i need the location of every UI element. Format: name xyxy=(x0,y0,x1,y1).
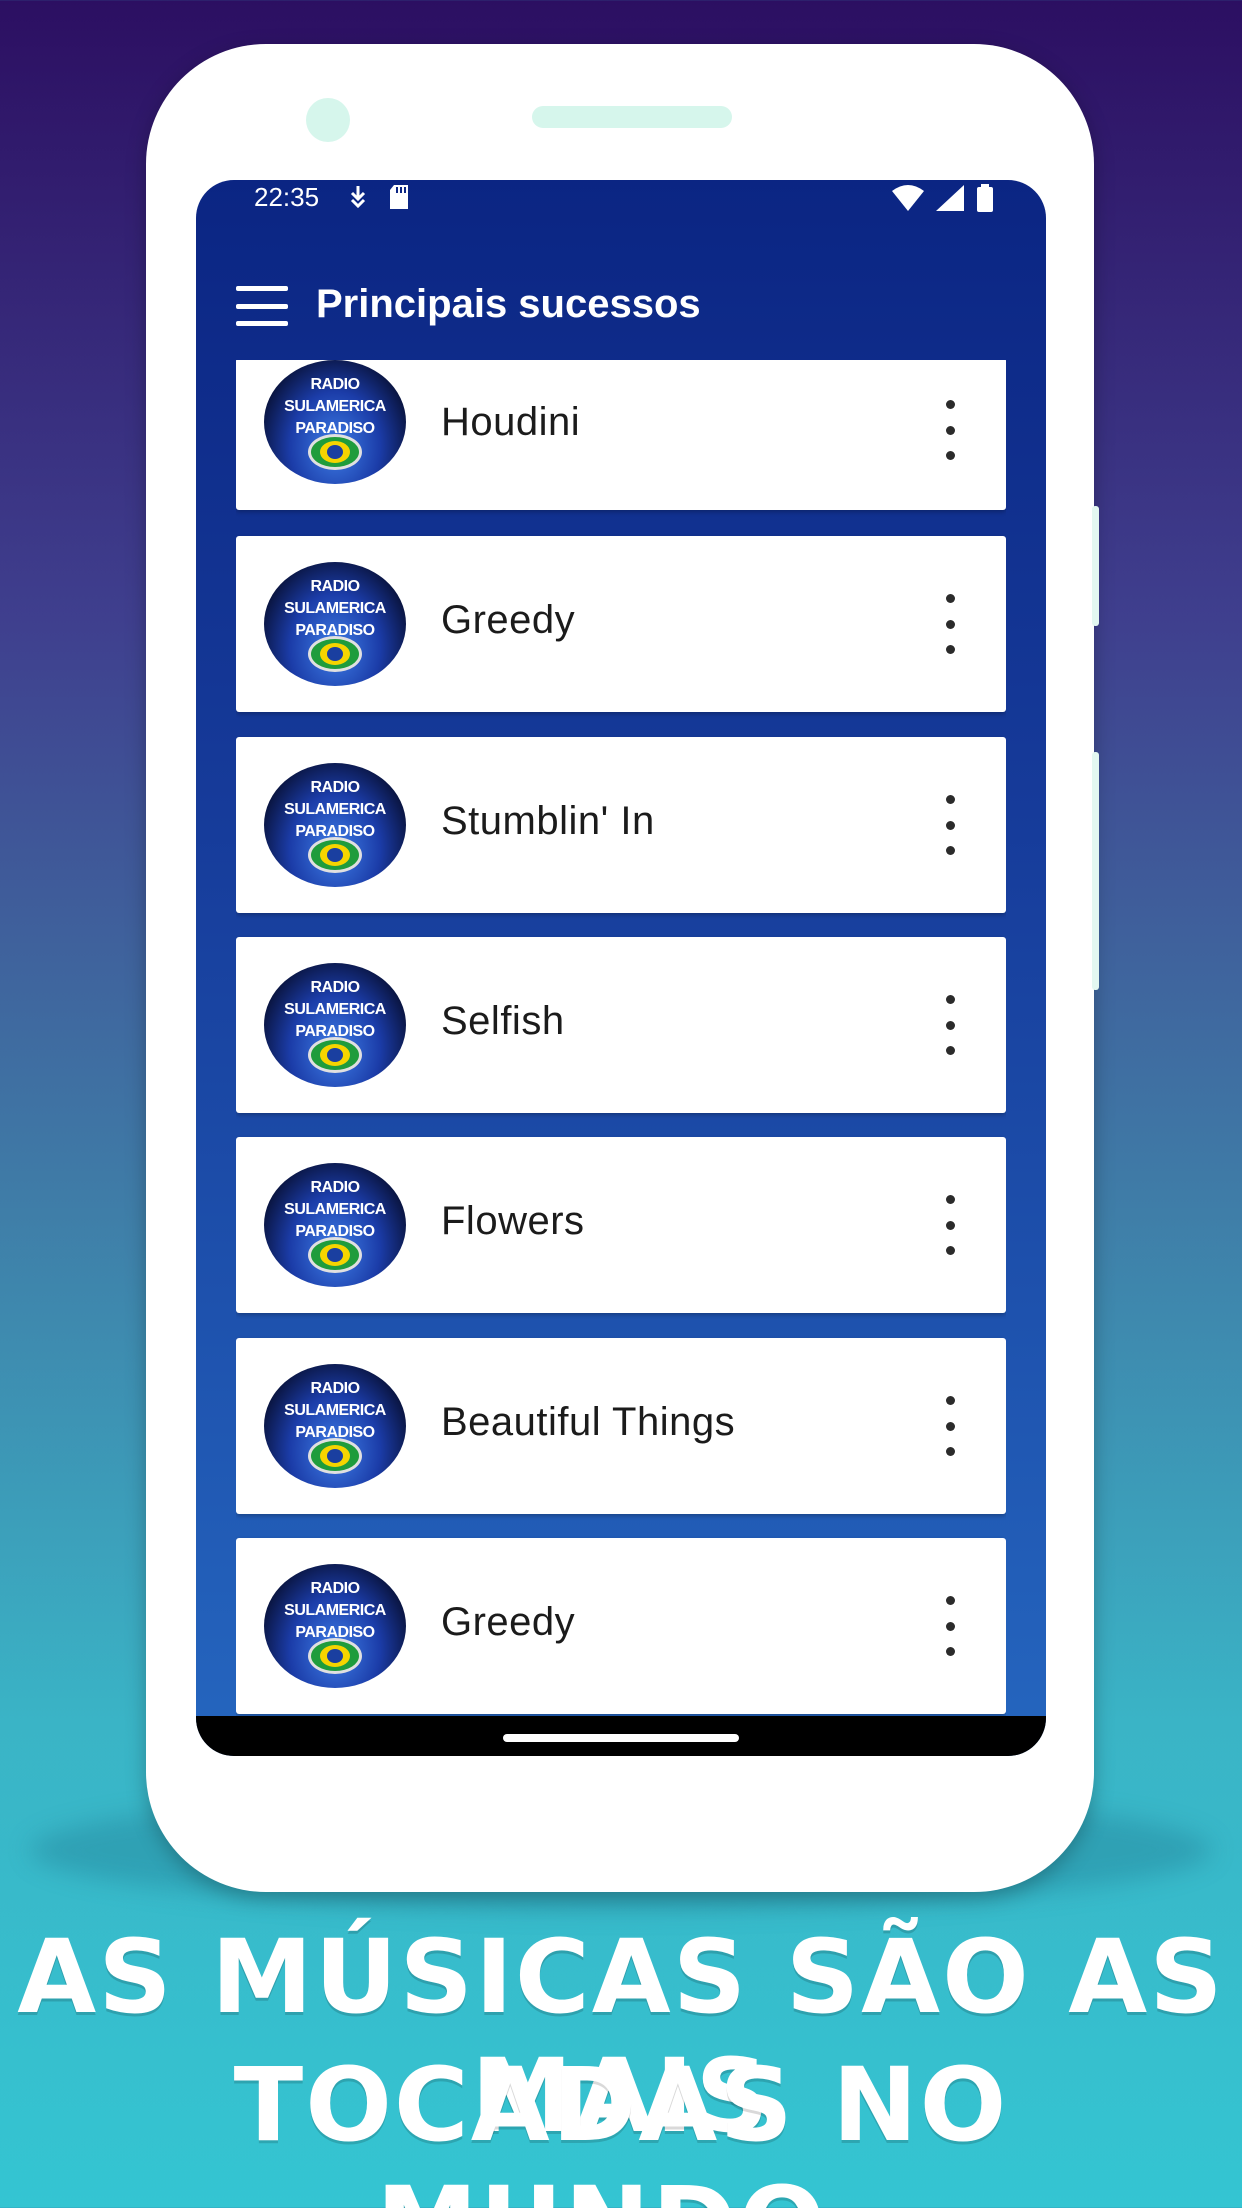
radio-logo-thumbnail: RADIO SULAMERICA PARADISO xyxy=(264,1564,406,1688)
home-gesture-bar[interactable] xyxy=(503,1734,739,1742)
song-title: Selfish xyxy=(441,999,565,1043)
sd-card-icon xyxy=(390,185,408,209)
song-card[interactable]: RADIO SULAMERICA PARADISO Beautiful Thin… xyxy=(236,1338,1006,1514)
phone-screen: 22:35 Principais sucessos RADIO SULAMERI… xyxy=(196,180,1046,1756)
brazil-flag-icon xyxy=(308,1638,362,1674)
brazil-flag-icon xyxy=(308,1237,362,1273)
radio-logo-thumbnail: RADIO SULAMERICA PARADISO xyxy=(264,1364,406,1488)
song-card[interactable]: RADIO SULAMERICA PARADISO Greedy xyxy=(236,1538,1006,1714)
battery-icon xyxy=(977,184,993,212)
song-title: Flowers xyxy=(441,1199,585,1243)
radio-logo-thumbnail: RADIO SULAMERICA PARADISO xyxy=(264,1163,406,1287)
caption-line-2: TOCADAS NO MUNDO. xyxy=(233,2046,1009,2208)
phone-side-button xyxy=(1092,506,1099,626)
more-options-icon[interactable] xyxy=(942,1195,958,1255)
song-list[interactable]: RADIO SULAMERICA PARADISO Houdini RADIO … xyxy=(236,360,1006,1720)
more-options-icon[interactable] xyxy=(942,1596,958,1656)
more-options-icon[interactable] xyxy=(942,995,958,1055)
brazil-flag-icon xyxy=(308,837,362,873)
front-camera xyxy=(306,98,350,142)
song-title: Greedy xyxy=(441,598,576,642)
song-title: Greedy xyxy=(441,1600,576,1644)
status-time: 22:35 xyxy=(254,182,320,212)
page-title: Principais sucessos xyxy=(316,282,701,326)
brazil-flag-icon xyxy=(308,636,362,672)
song-title: Houdini xyxy=(441,400,581,444)
song-card[interactable]: RADIO SULAMERICA PARADISO Stumblin' In xyxy=(236,737,1006,913)
more-options-icon[interactable] xyxy=(942,1396,958,1456)
radio-logo-thumbnail: RADIO SULAMERICA PARADISO xyxy=(264,360,406,484)
song-card[interactable]: RADIO SULAMERICA PARADISO Selfish xyxy=(236,937,1006,1113)
brazil-flag-icon xyxy=(308,1438,362,1474)
song-title: Beautiful Things xyxy=(441,1400,736,1444)
song-card[interactable]: RADIO SULAMERICA PARADISO Flowers xyxy=(236,1137,1006,1313)
hamburger-menu-icon[interactable] xyxy=(236,286,288,326)
app-bar: Principais sucessos xyxy=(196,260,1046,356)
radio-logo-thumbnail: RADIO SULAMERICA PARADISO xyxy=(264,562,406,686)
brazil-flag-icon xyxy=(308,434,362,470)
more-options-icon[interactable] xyxy=(942,795,958,855)
more-options-icon[interactable] xyxy=(942,400,958,460)
status-bar: 22:35 xyxy=(196,180,1046,216)
phone-speaker xyxy=(532,106,732,128)
download-icon xyxy=(350,186,366,209)
signal-icon xyxy=(936,185,964,211)
song-title: Stumblin' In xyxy=(441,799,655,843)
navigation-bar xyxy=(196,1716,1046,1756)
radio-logo-thumbnail: RADIO SULAMERICA PARADISO xyxy=(264,763,406,887)
song-card[interactable]: RADIO SULAMERICA PARADISO Houdini xyxy=(236,360,1006,510)
more-options-icon[interactable] xyxy=(942,594,958,654)
brazil-flag-icon xyxy=(308,1037,362,1073)
phone-volume-button xyxy=(1092,752,1099,990)
wifi-icon xyxy=(892,185,924,211)
song-card[interactable]: RADIO SULAMERICA PARADISO Greedy xyxy=(236,536,1006,712)
radio-logo-thumbnail: RADIO SULAMERICA PARADISO xyxy=(264,963,406,1087)
